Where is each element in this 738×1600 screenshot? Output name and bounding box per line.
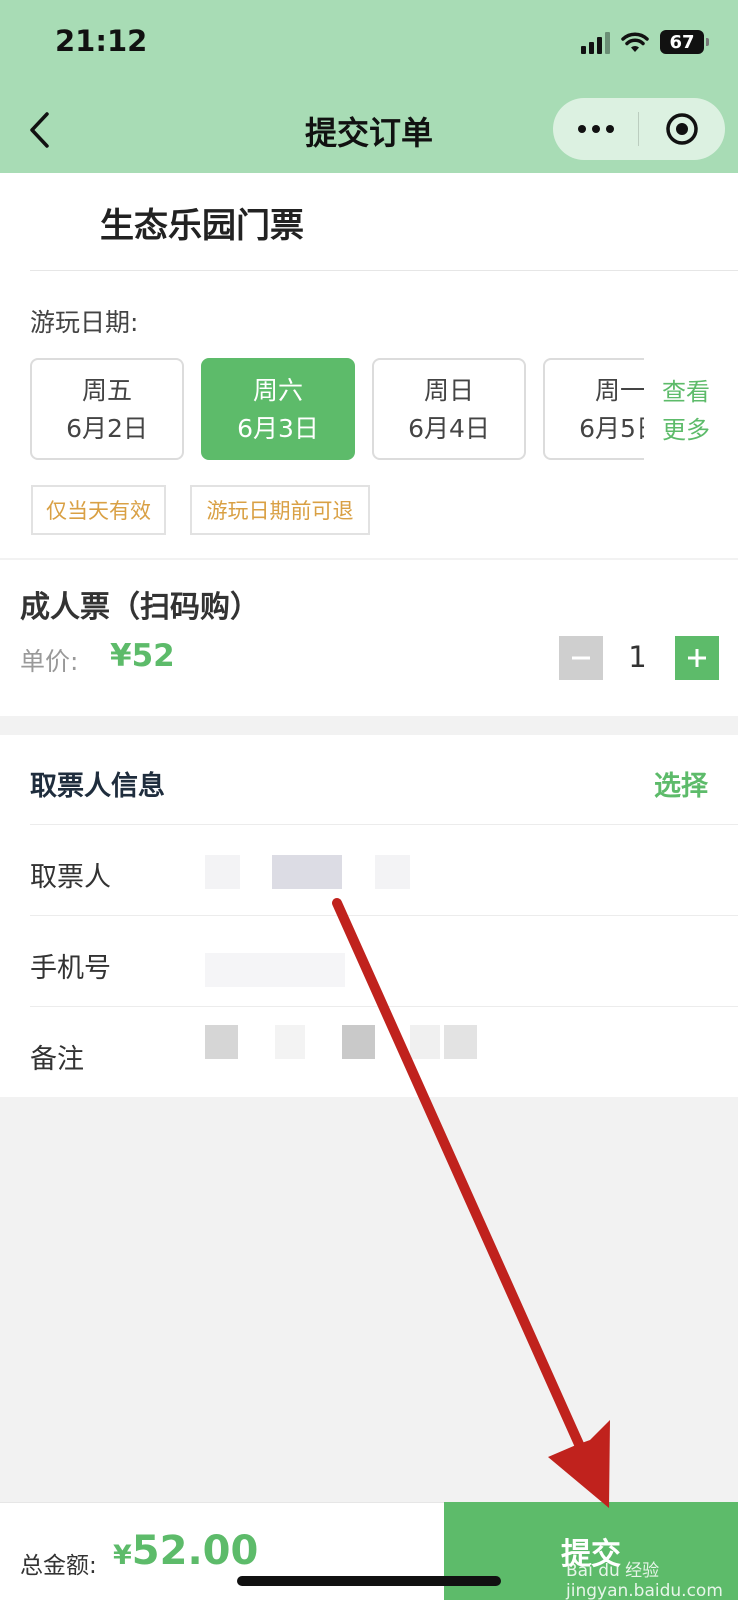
see-more-dates-link[interactable]: 查看更多: [662, 373, 720, 449]
phone-input[interactable]: [205, 953, 345, 987]
date-option[interactable]: 周日 6月4日: [372, 358, 526, 460]
unit-price-label: 单价:: [20, 647, 79, 676]
more-button[interactable]: [553, 125, 638, 133]
unit-price-value: ¥52: [110, 638, 175, 674]
redacted-block: [444, 1025, 477, 1059]
collector-info-title: 取票人信息: [30, 771, 165, 802]
redacted-block: [342, 1025, 375, 1059]
watermark-logo: Bai du 经验 jingyan.baidu.com: [566, 1561, 723, 1600]
ticket-name: 成人票（扫码购）: [20, 590, 260, 625]
currency-symbol: ¥: [113, 1540, 132, 1571]
remark-input[interactable]: [205, 1025, 238, 1059]
total-amount: ¥52.00: [113, 1528, 258, 1574]
date-weekday: 周五: [81, 376, 132, 405]
tag-refundable: 游玩日期前可退: [190, 485, 370, 535]
tag-valid-same-day: 仅当天有效: [31, 485, 166, 535]
date-selector: 周五 6月2日 周六 6月3日 周日 6月4日 周一 6月5日: [30, 358, 644, 462]
date-day: 6月2日: [66, 414, 148, 443]
date-day: 6月5日: [579, 414, 644, 443]
divider: [30, 915, 738, 916]
minus-icon: [572, 656, 590, 660]
field-label-remark: 备注: [30, 1044, 84, 1075]
redacted-block: [410, 1025, 440, 1059]
product-title: 生态乐园门票: [100, 206, 304, 246]
status-time: 21:12: [55, 24, 148, 58]
field-label-phone: 手机号: [30, 953, 111, 984]
divider: [30, 1006, 738, 1007]
mini-program-capsule: [553, 98, 725, 160]
status-icons: 67: [581, 30, 709, 54]
date-day: 6月3日: [237, 414, 319, 443]
select-collector-button[interactable]: 选择: [654, 764, 708, 803]
redacted-block: [375, 855, 410, 889]
redacted-block: [275, 1025, 305, 1059]
plus-icon: [688, 649, 706, 667]
date-day: 6月4日: [408, 414, 490, 443]
date-weekday: 周六: [252, 376, 303, 405]
date-label: 游玩日期:: [30, 308, 139, 337]
target-icon: [666, 113, 698, 145]
date-option[interactable]: 周五 6月2日: [30, 358, 184, 460]
redacted-block: [205, 855, 240, 889]
divider: [30, 270, 738, 271]
date-weekday: 周一: [594, 376, 644, 405]
divider: [30, 824, 738, 825]
quantity-increase-button[interactable]: [675, 636, 719, 680]
total-amount-value: 52.00: [131, 1528, 259, 1574]
home-indicator: [237, 1576, 501, 1586]
wifi-icon: [621, 32, 649, 52]
collector-name-input[interactable]: [272, 855, 342, 889]
quantity-value: 1: [628, 640, 647, 674]
field-label-collector: 取票人: [30, 862, 111, 893]
quantity-decrease-button[interactable]: [559, 636, 603, 680]
signal-icon: [581, 30, 610, 54]
date-weekday: 周日: [423, 376, 474, 405]
close-button[interactable]: [639, 111, 725, 147]
date-option-selected[interactable]: 周六 6月3日: [201, 358, 355, 460]
total-label: 总金额:: [20, 1553, 97, 1579]
date-option[interactable]: 周一 6月5日: [543, 358, 644, 460]
battery-icon: 67: [660, 30, 709, 54]
